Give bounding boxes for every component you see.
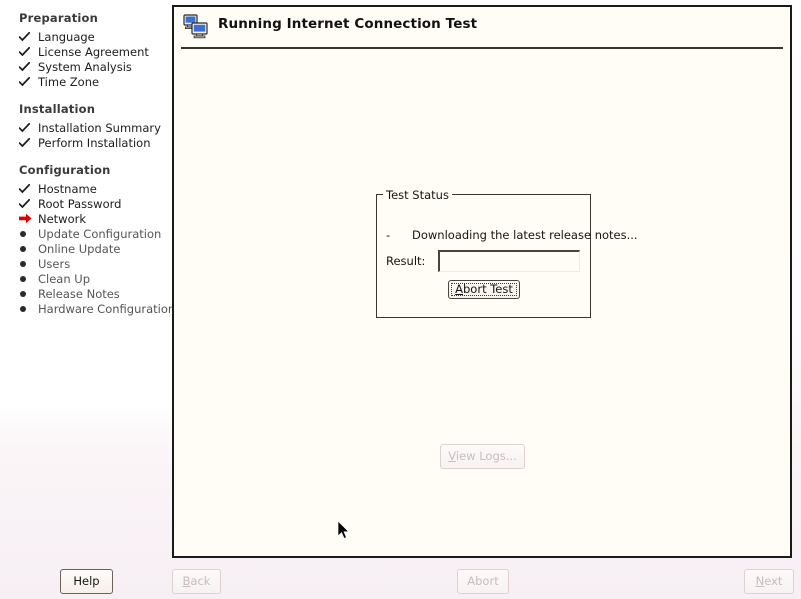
next-accel: N <box>755 574 765 588</box>
abort-test-button[interactable]: Abort Test <box>448 280 520 299</box>
check-icon <box>19 183 38 194</box>
status-bullet: - <box>386 228 391 242</box>
sidebar-step-list: Preparation Language License Agreement Syst… <box>0 0 172 562</box>
network-computers-icon <box>183 13 209 39</box>
next-label: ext <box>764 574 783 588</box>
sidebar-item-label: Installation Summary <box>38 120 161 135</box>
result-input[interactable] <box>438 250 580 272</box>
check-icon <box>19 61 38 72</box>
back-button[interactable]: Back <box>172 569 221 594</box>
sidebar-item-label: Time Zone <box>38 74 100 89</box>
dot-icon-wrap <box>19 243 38 255</box>
installer-window: Preparation Language License Agreement Syst… <box>0 0 801 599</box>
sidebar-item-label: Language <box>38 29 95 44</box>
main-content-panel: Running Internet Connection Test Test St… <box>172 5 792 558</box>
sidebar-item-root-password[interactable]: Root Password <box>0 196 172 211</box>
check-icon <box>19 122 38 133</box>
check-icon <box>19 31 38 42</box>
sidebar-item-online-update[interactable]: Online Update <box>0 241 172 256</box>
abort-test-accel: A <box>455 282 463 296</box>
back-label: ack <box>190 574 211 588</box>
dot-icon <box>20 275 26 282</box>
sidebar-item-label: Release Notes <box>38 286 120 301</box>
view-logs-button[interactable]: View Logs... <box>440 444 525 469</box>
result-label: Result: <box>386 254 426 268</box>
dot-icon-wrap <box>19 228 38 240</box>
check-icon <box>19 46 38 57</box>
next-button[interactable]: Next <box>744 569 794 594</box>
abort-test-label: bort Test <box>463 282 513 296</box>
abort-button[interactable]: Abort <box>457 569 509 594</box>
abort-label: Abort <box>467 574 499 588</box>
sidebar-item-label: Root Password <box>38 196 122 211</box>
help-label: Help <box>73 574 100 588</box>
sidebar-item-label: Clean Up <box>38 271 91 286</box>
sidebar-item-network[interactable]: Network <box>0 211 172 226</box>
test-status-group: Test Status - Downloading the latest rele… <box>376 188 638 318</box>
sidebar-item-label: System Analysis <box>38 59 132 74</box>
sidebar-item-label: Update Configuration <box>38 226 162 241</box>
sidebar-item-release-notes[interactable]: Release Notes <box>0 286 172 301</box>
check-icon <box>19 137 38 148</box>
check-icon <box>19 76 38 87</box>
sidebar-item-label: License Agreement <box>38 44 149 59</box>
status-message-text: Downloading the latest release notes... <box>412 228 638 242</box>
check-icon <box>19 198 38 209</box>
arrow-right-icon <box>19 213 38 224</box>
view-logs-accel: V <box>448 449 456 463</box>
sidebar-item-label: Users <box>38 256 71 271</box>
sidebar-item-label: Online Update <box>38 241 121 256</box>
sidebar-item-installation-summary[interactable]: Installation Summary <box>0 120 172 135</box>
sidebar-item-system-analysis[interactable]: System Analysis <box>0 59 172 74</box>
sidebar-item-clean-up[interactable]: Clean Up <box>0 271 172 286</box>
sidebar-section-title: Preparation <box>19 11 99 25</box>
dot-icon <box>20 290 26 297</box>
dot-icon-wrap <box>19 273 38 285</box>
sidebar-section-title: Installation <box>19 102 96 116</box>
sidebar-item-label: Hardware Configuration <box>38 301 172 316</box>
test-status-legend: Test Status <box>383 188 452 202</box>
sidebar-item-users[interactable]: Users <box>0 256 172 271</box>
dot-icon-wrap <box>19 258 38 270</box>
sidebar-item-hardware-configuration[interactable]: Hardware Configuration <box>0 301 172 316</box>
dot-icon-wrap <box>19 303 38 315</box>
dot-icon <box>20 260 26 267</box>
sidebar-item-language[interactable]: Language <box>0 29 172 44</box>
page-title: Running Internet Connection Test <box>218 16 478 32</box>
sidebar-item-label: Perform Installation <box>38 135 151 150</box>
test-status-message: - Downloading the latest release notes... <box>386 228 638 242</box>
sidebar-item-update-configuration[interactable]: Update Configuration <box>0 226 172 241</box>
sidebar-item-perform-installation[interactable]: Perform Installation <box>0 135 172 150</box>
help-button[interactable]: Help <box>60 569 113 594</box>
view-logs-label: iew Logs... <box>455 449 517 463</box>
sidebar-item-hostname[interactable]: Hostname <box>0 181 172 196</box>
sidebar-item-label: Network <box>38 211 87 226</box>
dot-icon <box>20 245 26 252</box>
result-row: Result: <box>386 250 580 272</box>
sidebar-item-time-zone[interactable]: Time Zone <box>0 74 172 89</box>
dot-icon <box>20 230 26 237</box>
sidebar-item-license-agreement[interactable]: License Agreement <box>0 44 172 59</box>
panel-header: Running Internet Connection Test <box>174 7 790 49</box>
sidebar-section-title: Configuration <box>19 163 111 177</box>
dot-icon <box>20 305 26 312</box>
footer-button-bar: Help Back Abort Next <box>0 562 801 599</box>
title-divider <box>181 47 783 49</box>
sidebar-item-label: Hostname <box>38 181 97 196</box>
dot-icon-wrap <box>19 288 38 300</box>
